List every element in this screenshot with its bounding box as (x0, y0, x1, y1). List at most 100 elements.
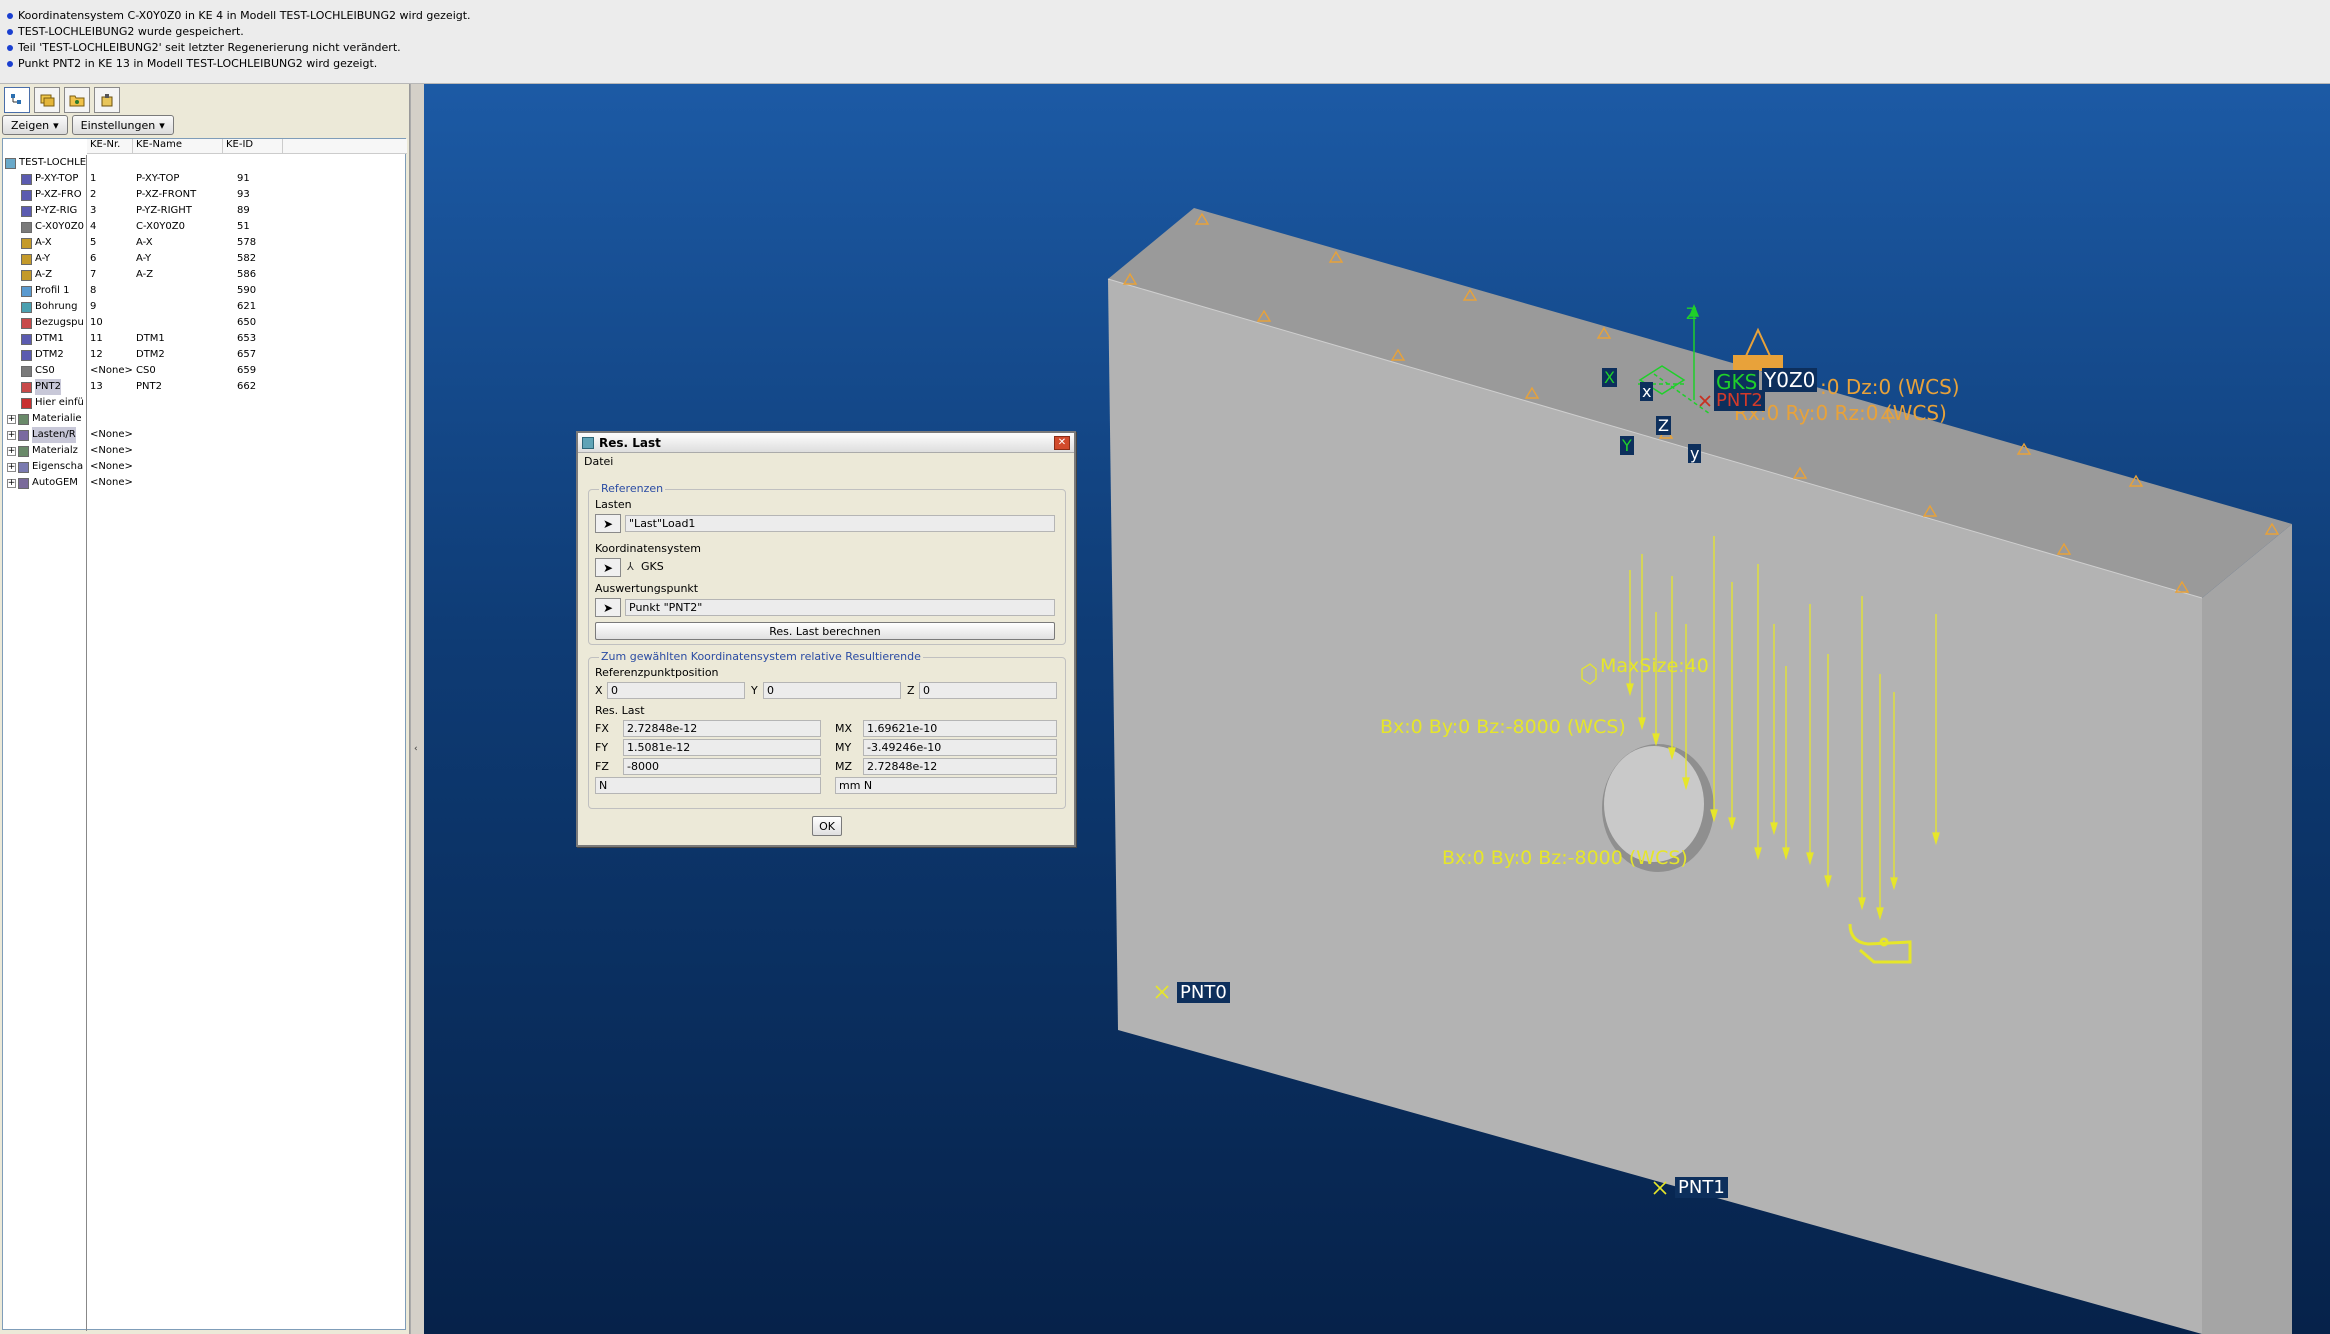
chevron-down-icon: ▾ (53, 118, 59, 132)
tree-cell-nr: 7 (90, 269, 97, 280)
tree-item[interactable]: Hier einfü (3, 395, 86, 411)
tree-item[interactable]: + Lasten/R (3, 427, 86, 443)
tree-item[interactable]: Bohrung (3, 299, 86, 315)
tree-cell-name: A-X (136, 237, 153, 248)
column-header-nr[interactable]: KE-Nr. (87, 139, 133, 153)
fz-field[interactable]: -8000 (623, 758, 821, 775)
x-field[interactable]: 0 (607, 682, 745, 699)
tree-item[interactable]: PNT2 (3, 379, 86, 395)
my-field[interactable]: -3.49246e-10 (863, 739, 1057, 756)
res-last-berechnen-button[interactable]: Res. Last berechnen (595, 622, 1055, 640)
tree-cell-nr (87, 395, 133, 411)
select-arrow-icon[interactable]: ➤ (595, 558, 621, 577)
expand-icon[interactable]: + (7, 478, 16, 488)
tree-item-icon (18, 477, 29, 489)
csys-icon: ⅄ (627, 560, 634, 573)
expand-icon[interactable]: + (7, 446, 16, 456)
dialog-app-icon (582, 436, 594, 449)
mz-field[interactable]: 2.72848e-12 (863, 758, 1057, 775)
tree-item[interactable]: CS0 (3, 363, 86, 379)
y-label: Y (751, 684, 758, 697)
expand-icon[interactable]: + (7, 430, 16, 440)
tree-item[interactable]: Profil 1 (3, 283, 86, 299)
tree-cell-nr: 8 (90, 285, 97, 296)
model-tree-icon[interactable] (4, 87, 30, 113)
column-header-id[interactable]: KE-ID (223, 139, 283, 153)
res-last-dialog: Res. Last ✕ Datei Referenzen Lasten ➤ "L… (576, 431, 1076, 847)
ok-button[interactable]: OK (812, 816, 842, 836)
mx-field[interactable]: 1.69621e-10 (863, 720, 1057, 737)
load-label-2: Bx:0 By:0 Bz:-8000 (WCS) (1442, 847, 1688, 869)
tree-item[interactable]: DTM2 (3, 347, 86, 363)
tree-item[interactable]: Bezugspu (3, 315, 86, 331)
tree-item[interactable]: + Materialie (3, 411, 86, 427)
tree-cell-id: 582 (237, 253, 257, 264)
tree-cell-nr: <None> (90, 429, 133, 440)
tree-cell-name (133, 283, 223, 299)
tree-cell-nr: <None> (90, 461, 133, 472)
tree-item[interactable]: + AutoGEM (3, 475, 86, 491)
tree-item[interactable]: A-Y (3, 251, 86, 267)
expand-icon[interactable]: + (7, 414, 16, 424)
menu-datei[interactable]: Datei (584, 455, 613, 468)
collapse-arrow-icon[interactable]: ‹ (414, 744, 418, 754)
tree-item-icon (21, 381, 32, 393)
tree-cell-name: P-XZ-FRONT (136, 189, 197, 200)
tree-cell-id: 91 (237, 173, 250, 184)
tree-column-row: 8 590 (87, 283, 407, 299)
tree-item-icon (18, 461, 29, 473)
auswertungspunkt-field[interactable]: Punkt "PNT2" (625, 599, 1055, 616)
message-line: Koordinatensystem C-X0Y0Z0 in KE 4 in Mo… (6, 8, 2324, 24)
tree-item[interactable]: P-XY-TOP (3, 171, 86, 187)
tree-cell-nr: 11 (90, 333, 103, 344)
dialog-title: Res. Last (599, 435, 661, 450)
tree-item[interactable]: P-XZ-FRO (3, 187, 86, 203)
tree-cell-nr: 9 (90, 301, 97, 312)
tree-column-row: 2 P-XZ-FRONT 93 (87, 187, 407, 203)
settings-icon[interactable] (94, 87, 120, 113)
select-arrow-icon[interactable]: ➤ (595, 514, 621, 533)
axis-label-z: Z (1686, 304, 1697, 323)
y-field[interactable]: 0 (763, 682, 901, 699)
tree-item-icon (18, 429, 29, 441)
lasten-field[interactable]: "Last"Load1 (625, 515, 1055, 532)
model-tree: KE-Nr. KE-Name KE-ID TEST-LOCHLE P-XY-TOP… (2, 138, 407, 1331)
panel-splitter[interactable]: ‹ (410, 84, 424, 1334)
tree-item[interactable]: + Materialz (3, 443, 86, 459)
tree-item[interactable]: C-X0Y0Z0 (3, 219, 86, 235)
layer-icon[interactable] (34, 87, 60, 113)
folder-icon[interactable] (64, 87, 90, 113)
tree-item-label: C-X0Y0Z0 (35, 221, 84, 232)
constraint-label-dz: :0 Dz:0 (WCS) (1820, 375, 1960, 399)
load-label-1: Bx:0 By:0 Bz:-8000 (WCS) (1380, 716, 1626, 738)
tree-cell-name (133, 443, 223, 459)
tree-cell-name (133, 395, 223, 411)
tree-item[interactable]: DTM1 (3, 331, 86, 347)
tree-cell-id: 93 (237, 189, 250, 200)
expand-icon[interactable]: + (7, 462, 16, 472)
tree-item[interactable]: TEST-LOCHLE (3, 155, 86, 171)
tree-columns: 1 P-XY-TOP 91 2 P-XZ-FRONT 93 3 P-YZ-RIGHT 89 4 C-… (87, 155, 407, 491)
tree-column-row: <None> CS0 659 (87, 363, 407, 379)
tree-item[interactable]: + Eigenscha (3, 459, 86, 475)
info-bullet-icon (7, 45, 13, 51)
tree-item[interactable]: P-YZ-RIG (3, 203, 86, 219)
tree-item[interactable]: A-Z (3, 267, 86, 283)
axis-label-y: Y (1620, 436, 1634, 455)
tree-item[interactable]: A-X (3, 235, 86, 251)
select-arrow-icon[interactable]: ➤ (595, 598, 621, 617)
z-field[interactable]: 0 (919, 682, 1057, 699)
fy-field[interactable]: 1.5081e-12 (623, 739, 821, 756)
einstellungen-dropdown[interactable]: Einstellungen ▾ (71, 115, 174, 135)
close-icon[interactable]: ✕ (1054, 435, 1070, 450)
dialog-titlebar[interactable]: Res. Last ✕ (578, 433, 1074, 453)
fx-field[interactable]: 2.72848e-12 (623, 720, 821, 737)
info-bullet-icon (7, 13, 13, 19)
mz-label: MZ (835, 760, 853, 773)
message-text: Teil 'TEST-LOCHLEIBUNG2' seit letzter Re… (18, 41, 401, 54)
zeigen-dropdown[interactable]: Zeigen ▾ (2, 115, 68, 135)
tree-item-icon (21, 285, 32, 297)
point-label-pnt0: PNT0 (1177, 982, 1230, 1003)
column-header-name[interactable]: KE-Name (133, 139, 223, 153)
resultierende-legend: Zum gewählten Koordinatensystem relative… (599, 650, 923, 663)
